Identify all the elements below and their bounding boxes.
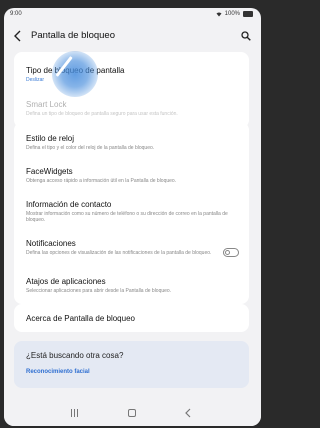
facewidgets-item[interactable]: FaceWidgets Obtenga acceso rápido a info… [26,167,237,184]
navigation-bar [4,400,261,426]
chevron-left-icon[interactable] [184,408,192,418]
suggestion-card: ¿Está buscando otra cosa? Reconocimiento… [14,341,249,388]
clock-style-item[interactable]: Estilo de reloj Defina el tipo y el colo… [26,134,237,151]
app-header: Pantalla de bloqueo [4,24,261,48]
search-icon[interactable] [241,31,251,41]
contact-info-item[interactable]: Información de contacto Mostrar informac… [26,200,237,223]
app-shortcuts-item[interactable]: Atajos de aplicaciones Seleccionar aplic… [26,277,237,294]
battery-icon [243,11,253,17]
arrow-left-icon[interactable] [13,30,23,42]
item-title: Tipo de bloqueo de pantalla [26,66,125,75]
item-title: Atajos de aplicaciones [26,277,106,286]
item-title: Estilo de reloj [26,134,75,143]
item-title: Notificaciones [26,239,76,248]
suggestion-heading: ¿Está buscando otra cosa? [26,351,124,360]
item-subtitle: Obtenga acceso rápido a información útil… [26,178,177,184]
about-card[interactable]: Acerca de Pantalla de bloqueo [14,304,249,332]
item-title: Acerca de Pantalla de bloqueo [26,314,135,323]
item-subtitle: Defina un tipo de bloqueo de pantalla se… [26,111,178,117]
recents-icon[interactable] [70,409,79,417]
wifi-icon [216,12,222,16]
notifications-item[interactable]: Notificaciones Defina las opciones de vi… [26,239,213,256]
lock-type-card: Tipo de bloqueo de pantalla Deslizar Sma… [14,52,249,128]
home-icon[interactable] [128,409,136,417]
item-title: FaceWidgets [26,167,73,176]
face-recognition-link[interactable]: Reconocimiento facial [26,369,90,375]
page-title: Pantalla de bloqueo [31,30,115,41]
item-subtitle: Deslizar [26,77,45,83]
about-item[interactable]: Acerca de Pantalla de bloqueo [26,314,237,323]
item-title: Smart Lock [26,100,67,109]
status-time: 9:00 [10,11,22,17]
status-right: 100% [216,11,253,17]
item-subtitle: Defina las opciones de visualización de … [26,250,212,256]
item-subtitle: Defina el tipo y el color del reloj de l… [26,145,155,151]
phone-screen: 9:00 100% Pantalla de bloqueo Tipo de bl… [4,8,261,426]
item-subtitle: Seleccionar aplicaciones para abrir desd… [26,288,172,294]
battery-percent: 100% [224,11,240,17]
notifications-toggle[interactable] [223,248,239,257]
screen-lock-type-item[interactable]: Tipo de bloqueo de pantalla Deslizar [26,66,237,83]
item-subtitle: Mostrar información como su número de te… [26,211,228,223]
item-title: Información de contacto [26,200,112,209]
settings-card: Estilo de reloj Defina el tipo y el colo… [14,122,249,304]
smart-lock-item[interactable]: Smart Lock Defina un tipo de bloqueo de … [26,100,237,117]
status-bar: 9:00 100% [4,8,261,22]
